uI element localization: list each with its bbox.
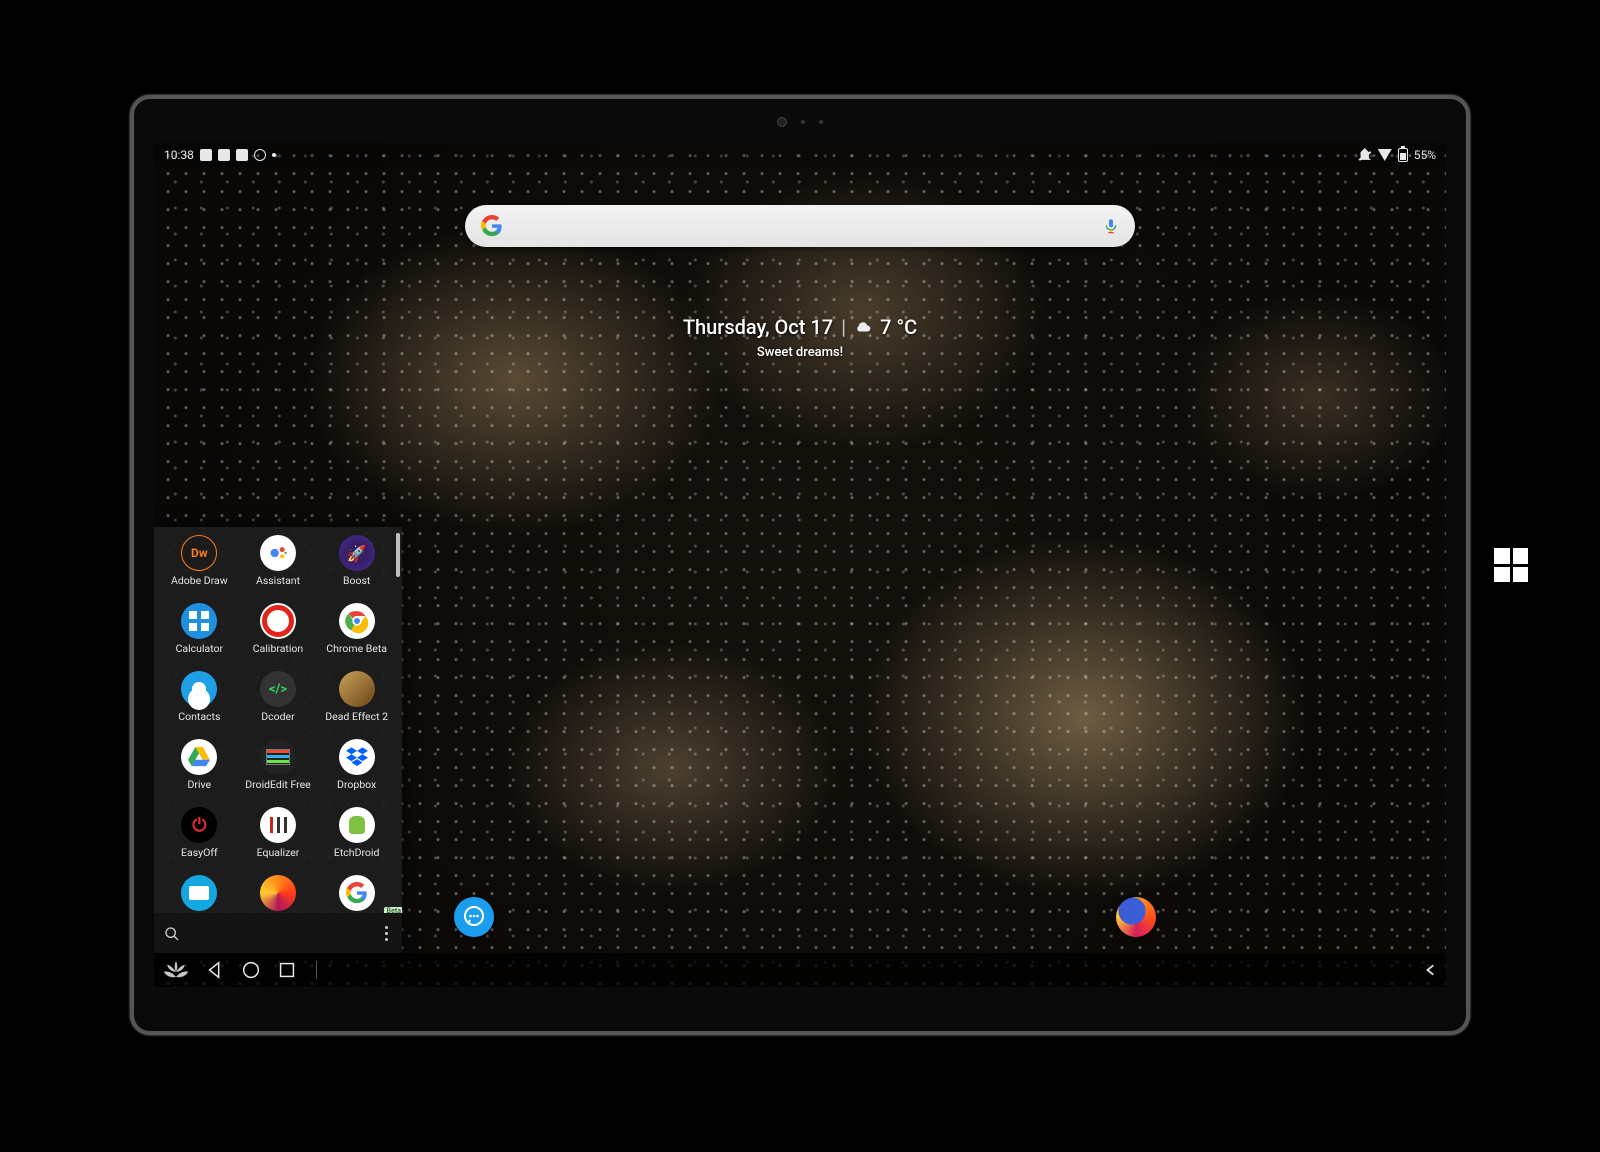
chrome-beta-icon: Beta (339, 603, 375, 639)
google-search-widget[interactable] (465, 205, 1135, 247)
firefox-icon (260, 875, 296, 911)
battery-percent: 55% (1414, 148, 1436, 162)
app-dcoder[interactable]: Dcoder (239, 671, 318, 735)
boost-icon (339, 535, 375, 571)
app-adobe-draw[interactable]: Adobe Draw (160, 535, 239, 599)
notif-sync-icon (254, 149, 266, 161)
gboard-icon (339, 875, 375, 911)
windows-logo-hw-button[interactable] (1494, 548, 1528, 582)
notif-gmail-icon (200, 149, 212, 161)
app-drive[interactable]: Drive (160, 739, 239, 803)
app-label: Dropbox (337, 778, 376, 791)
app-chrome-beta[interactable]: Beta Chrome Beta (317, 603, 396, 667)
app-label: Dead Effect 2 (325, 710, 388, 723)
app-drawer-grid[interactable]: Adobe Draw Assistant Boost Calculator (154, 527, 402, 913)
app-label: Chrome Beta (326, 642, 387, 655)
notif-more-icon (272, 153, 276, 157)
app-etchdroid[interactable]: EtchDroid (317, 807, 396, 871)
dock-firefox-app[interactable] (1116, 897, 1156, 937)
app-files[interactable]: Files (160, 875, 239, 913)
app-boost[interactable]: Boost (317, 535, 396, 599)
app-firefox[interactable]: Firefox (239, 875, 318, 913)
wifi-icon (1378, 149, 1392, 161)
app-label: Boost (343, 574, 370, 587)
messages-icon (462, 905, 486, 929)
app-label: Adobe Draw (171, 574, 228, 587)
navigation-bar (154, 953, 1446, 987)
android-screen: 10:38 55% (154, 143, 1446, 987)
tablet-frame: 10:38 55% (130, 95, 1470, 1035)
app-label: Calculator (176, 642, 224, 655)
notif-app-icon (218, 149, 230, 161)
dock-messages-app[interactable] (454, 897, 494, 937)
nav-separator (316, 961, 317, 979)
app-label: Drive (188, 778, 212, 791)
nav-recents-button[interactable] (276, 959, 298, 981)
equalizer-icon (260, 807, 296, 843)
app-label: Equalizer (257, 846, 300, 859)
app-label: Contacts (178, 710, 220, 723)
notif-screenshot-icon (236, 149, 248, 161)
dnd-icon (1358, 148, 1372, 162)
calibration-icon (260, 603, 296, 639)
drive-icon (181, 739, 217, 775)
status-clock: 10:38 (164, 148, 194, 162)
app-calibration[interactable]: Calibration (239, 603, 318, 667)
droidedit-icon (260, 739, 296, 775)
widget-greeting: Sweet dreams! (683, 345, 917, 360)
voice-search-icon[interactable] (1103, 216, 1119, 236)
app-contacts[interactable]: Contacts (160, 671, 239, 735)
app-label: EtchDroid (334, 846, 380, 859)
contacts-icon (181, 671, 217, 707)
weather-cloud-icon (854, 320, 872, 334)
app-assistant[interactable]: Assistant (239, 535, 318, 599)
app-drawer: Adobe Draw Assistant Boost Calculator (154, 527, 402, 953)
dropbox-icon (339, 739, 375, 775)
assistant-icon (260, 535, 296, 571)
nav-back-button[interactable] (204, 959, 226, 981)
app-dead-effect-2[interactable]: Dead Effect 2 (317, 671, 396, 735)
date-weather-widget[interactable]: Thursday, Oct 17 | 7 °C Sweet dreams! (683, 315, 917, 360)
app-calculator[interactable]: Calculator (160, 603, 239, 667)
status-bar[interactable]: 10:38 55% (154, 143, 1446, 167)
app-equalizer[interactable]: Equalizer (239, 807, 318, 871)
launcher-lotus-icon[interactable] (162, 958, 190, 982)
google-logo-icon (481, 215, 503, 237)
dcoder-icon (260, 671, 296, 707)
nav-home-button[interactable] (240, 959, 262, 981)
app-label: Calibration (253, 642, 303, 655)
drawer-overflow-menu[interactable] (381, 926, 392, 941)
app-label: Assistant (256, 574, 300, 587)
app-label: Dcoder (261, 710, 294, 723)
app-label: DroidEdit Free (245, 778, 310, 791)
adobe-draw-icon (181, 535, 217, 571)
drawer-search-bar[interactable] (154, 913, 402, 953)
drawer-scrollbar[interactable] (396, 533, 400, 577)
app-label: EasyOff (181, 846, 218, 859)
dead-effect-2-icon (339, 671, 375, 707)
widget-temperature: 7 °C (880, 315, 917, 339)
app-dropbox[interactable]: Dropbox (317, 739, 396, 803)
drawer-search-input[interactable] (190, 926, 381, 941)
app-droidedit[interactable]: DroidEdit Free (239, 739, 318, 803)
etchdroid-icon (339, 807, 375, 843)
battery-icon (1398, 148, 1408, 162)
app-easyoff[interactable]: EasyOff (160, 807, 239, 871)
beta-badge: Beta (384, 907, 402, 913)
widget-date: Thursday, Oct 17 (683, 315, 833, 339)
nav-expand-caret[interactable] (1424, 963, 1438, 977)
files-icon (181, 875, 217, 911)
search-icon (164, 926, 180, 942)
calculator-icon (181, 603, 217, 639)
widget-separator: | (841, 315, 846, 339)
easyoff-icon (181, 807, 217, 843)
front-camera (755, 115, 845, 129)
